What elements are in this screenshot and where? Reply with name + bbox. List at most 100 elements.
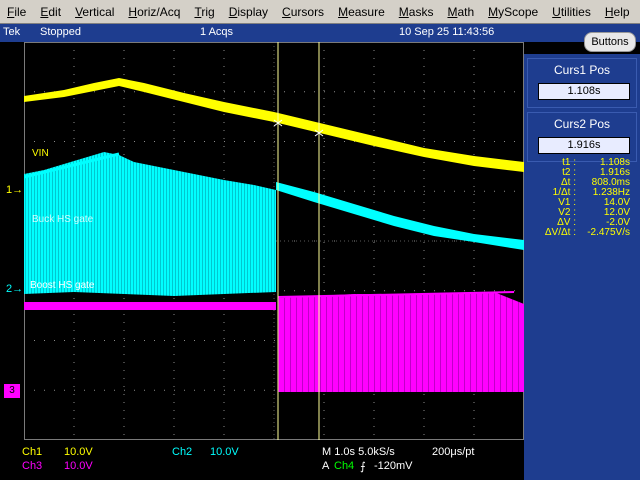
grid-dot bbox=[264, 91, 265, 93]
grid-dot bbox=[423, 234, 425, 235]
grid-dot bbox=[223, 90, 225, 91]
grid-dot bbox=[424, 91, 425, 93]
grid-dot bbox=[454, 290, 455, 292]
grid-dot bbox=[173, 298, 175, 299]
grid-dot bbox=[123, 298, 125, 299]
grid-dot bbox=[423, 202, 425, 203]
grid-dot bbox=[473, 178, 475, 179]
grid-dot bbox=[324, 290, 325, 292]
ch3-ground-marker[interactable]: 3 bbox=[4, 384, 20, 398]
ch2-scale[interactable]: 10.0V bbox=[210, 446, 239, 458]
grid-dot bbox=[373, 114, 375, 115]
menu-utilities[interactable]: Utilities bbox=[545, 0, 598, 24]
trigger-source[interactable]: Ch4 bbox=[334, 460, 354, 472]
grid-dot bbox=[173, 122, 175, 123]
grid-dot bbox=[454, 91, 455, 93]
grid-dot bbox=[223, 82, 225, 83]
grid-dot bbox=[124, 91, 125, 93]
grid-dot bbox=[364, 91, 365, 93]
grid-dot bbox=[423, 266, 425, 267]
grid-dot bbox=[224, 389, 225, 391]
menu-edit[interactable]: Edit bbox=[33, 0, 68, 24]
grid-dot bbox=[214, 91, 215, 93]
grid-dot bbox=[174, 141, 175, 142]
grid-dot bbox=[173, 114, 175, 115]
curs2-box[interactable]: Curs2 Pos 1.916s bbox=[527, 112, 637, 162]
resolution: 200μs/pt bbox=[432, 446, 475, 458]
grid-dot bbox=[124, 340, 125, 341]
grid-dot bbox=[444, 190, 445, 192]
ch1-scale[interactable]: 10.0V bbox=[64, 446, 93, 458]
trigger-slope-icon[interactable]: ⨍ bbox=[360, 460, 366, 473]
ch1-ground-marker[interactable]: 1→ bbox=[6, 184, 23, 196]
horizontal-settings[interactable]: M 1.0s 5.0kS/s bbox=[322, 446, 395, 458]
menu-horiz-acq[interactable]: Horiz/Acq bbox=[121, 0, 187, 24]
ch3-waveform-low bbox=[24, 302, 276, 310]
grid-dot bbox=[274, 340, 275, 341]
grid-dot bbox=[173, 50, 175, 51]
menu-math[interactable]: Math bbox=[440, 0, 481, 24]
grid-dot bbox=[223, 338, 225, 339]
grid-dot bbox=[423, 106, 425, 107]
grid-dot bbox=[373, 202, 375, 203]
grid-dot bbox=[73, 386, 75, 387]
ch2-ground-marker[interactable]: 2→ bbox=[6, 283, 23, 295]
acquisition-state: Stopped bbox=[40, 26, 81, 38]
grid-dot bbox=[423, 410, 425, 411]
grid-dot bbox=[234, 141, 235, 142]
menu-file[interactable]: File bbox=[0, 0, 33, 24]
ch2-name[interactable]: Ch2 bbox=[172, 446, 192, 458]
grid-dot bbox=[323, 154, 325, 155]
ch3-waveform-burst bbox=[278, 292, 524, 392]
waveform-display[interactable]: VIN Buck HS gate Boost HS gate bbox=[24, 42, 524, 440]
menu-masks[interactable]: Masks bbox=[392, 0, 441, 24]
grid-dot bbox=[123, 378, 125, 379]
grid-dot bbox=[44, 91, 45, 93]
grid-dot bbox=[473, 138, 475, 139]
grid-dot bbox=[123, 354, 125, 355]
grid-dot bbox=[404, 91, 405, 93]
grid-dot bbox=[164, 389, 165, 391]
menu-myscope[interactable]: MyScope bbox=[481, 0, 545, 24]
curs1-value[interactable]: 1.108s bbox=[538, 83, 630, 100]
grid-dot bbox=[173, 434, 175, 435]
buttons-button[interactable]: Buttons bbox=[584, 32, 636, 52]
trigger-level[interactable]: -120mV bbox=[374, 460, 413, 472]
curs1-box[interactable]: Curs1 Pos 1.108s bbox=[527, 58, 637, 108]
menu-cursors[interactable]: Cursors bbox=[275, 0, 331, 24]
ch1-name[interactable]: Ch1 bbox=[22, 446, 42, 458]
grid-dot bbox=[404, 141, 405, 142]
grid-dot bbox=[64, 141, 65, 142]
grid-dot bbox=[474, 290, 475, 292]
menu-measure[interactable]: Measure bbox=[331, 0, 392, 24]
grid-dot bbox=[73, 130, 75, 131]
menu-trig[interactable]: Trig bbox=[187, 0, 221, 24]
grid-dot bbox=[454, 190, 455, 192]
ch3-scale[interactable]: 10.0V bbox=[64, 460, 93, 472]
grid-dot bbox=[124, 389, 125, 391]
grid-dot bbox=[214, 389, 215, 391]
grid-dot bbox=[44, 141, 45, 142]
grid-dot bbox=[354, 290, 355, 292]
curs2-value[interactable]: 1.916s bbox=[538, 137, 630, 154]
grid-dot bbox=[423, 138, 425, 139]
menu-vertical[interactable]: Vertical bbox=[68, 0, 121, 24]
grid-dot bbox=[204, 141, 205, 142]
grid-dot bbox=[123, 330, 125, 331]
grid-dot bbox=[223, 394, 225, 395]
grid-dot bbox=[73, 410, 75, 411]
menu-help[interactable]: Help bbox=[598, 0, 637, 24]
grid-dot bbox=[223, 58, 225, 59]
grid-dot bbox=[174, 389, 175, 391]
grid-dot bbox=[373, 186, 375, 187]
grid-dot bbox=[123, 98, 125, 99]
grid-dot bbox=[244, 141, 245, 142]
grid-dot bbox=[394, 240, 395, 242]
grid-dot bbox=[104, 389, 105, 391]
ch3-name[interactable]: Ch3 bbox=[22, 460, 42, 472]
grid-dot bbox=[324, 141, 325, 142]
grid-dot bbox=[44, 389, 45, 391]
grid-dot bbox=[323, 66, 325, 67]
grid-dot bbox=[323, 234, 325, 235]
menu-display[interactable]: Display bbox=[222, 0, 275, 24]
